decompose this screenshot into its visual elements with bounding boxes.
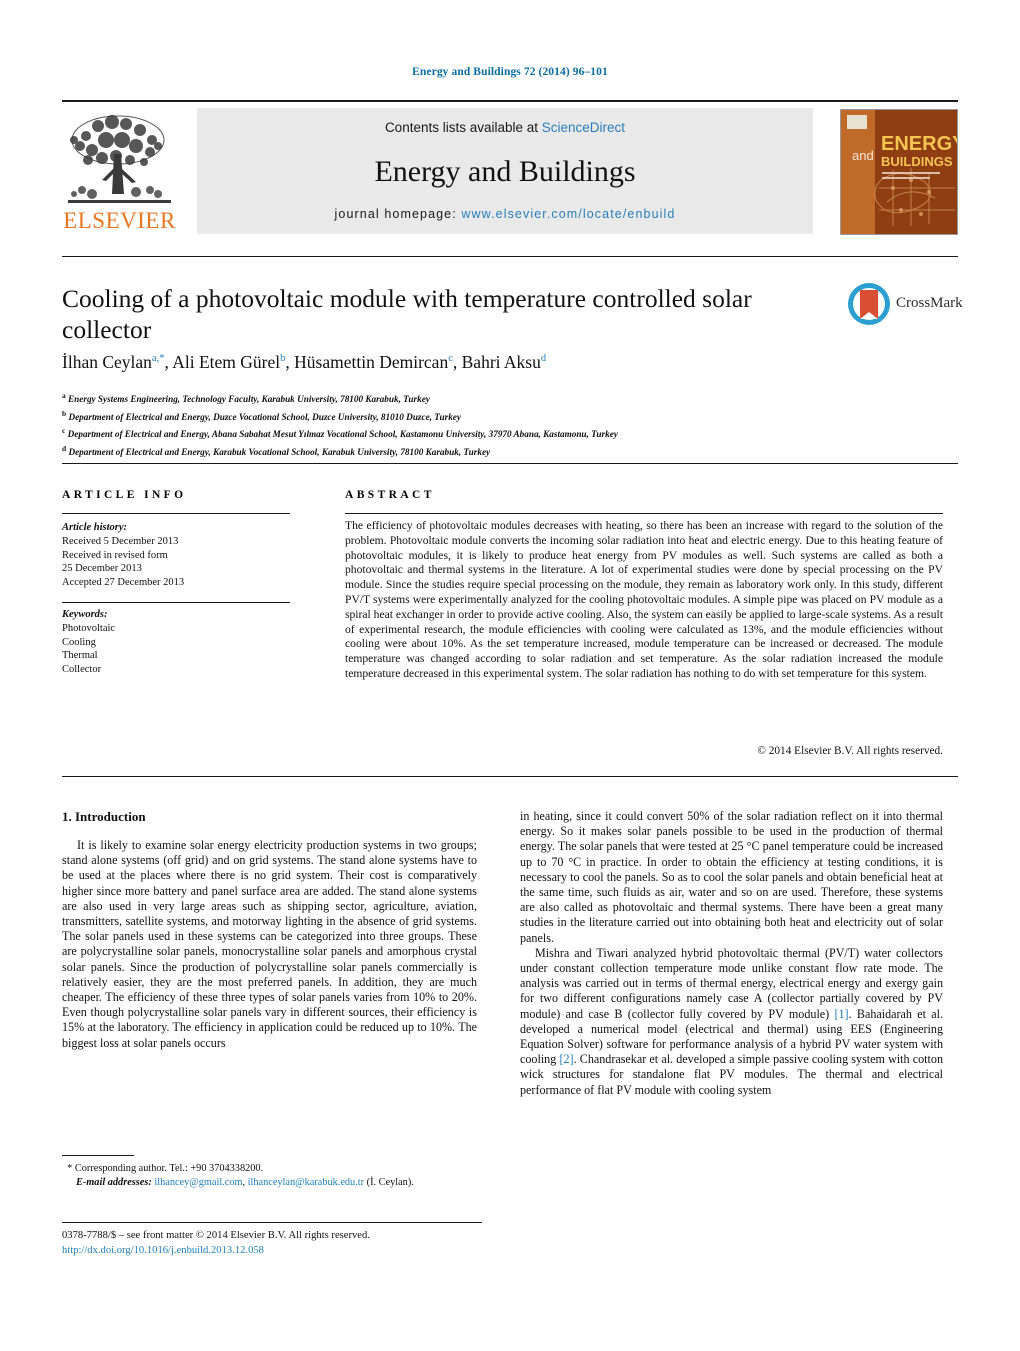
journal-homepage-line: journal homepage: www.elsevier.com/locat… xyxy=(197,207,813,221)
keywords-rule xyxy=(62,602,290,603)
elsevier-wordmark: ELSEVIER xyxy=(63,208,176,233)
affiliation-text-0: Energy Systems Engineering, Technology F… xyxy=(68,394,430,405)
keyword-item: Photovoltaic xyxy=(62,622,116,634)
keywords-label: Keywords: xyxy=(62,609,108,620)
affiliation-mark-3: d xyxy=(62,443,67,453)
footer-rule xyxy=(62,1222,482,1223)
keyword-item: Cooling xyxy=(62,636,96,648)
abstract-text: The efficiency of photovoltaic modules d… xyxy=(345,519,943,680)
affiliation-item: c Department of Electrical and Energy, A… xyxy=(62,424,932,442)
elsevier-tree-icon xyxy=(66,110,173,208)
body-column-left: It is likely to examine solar energy ele… xyxy=(62,838,477,1051)
affiliation-item: b Department of Electrical and Energy, D… xyxy=(62,407,932,425)
abstract-heading: ABSTRACT xyxy=(345,489,435,501)
journal-masthead: ELSEVIER Contents lists available at Sci… xyxy=(62,100,958,236)
svg-text:and: and xyxy=(852,148,874,163)
title-rule-bottom xyxy=(62,463,958,464)
author-sup-1: b xyxy=(280,353,286,365)
elsevier-logo: ELSEVIER xyxy=(62,108,177,234)
issn-line: 0378-7788/$ – see front matter © 2014 El… xyxy=(62,1230,370,1241)
history-line: Received 5 December 2013 xyxy=(62,535,179,547)
running-head: Energy and Buildings 72 (2014) 96–101 xyxy=(412,66,608,78)
homepage-url-link[interactable]: www.elsevier.com/locate/enbuild xyxy=(461,207,675,221)
article-history-label: Article history: xyxy=(62,522,128,533)
article-info-heading: ARTICLE INFO xyxy=(62,489,187,501)
author-sup-2: c xyxy=(448,353,453,365)
intro-paragraph-right-2: Mishra and Tiwari analyzed hybrid photov… xyxy=(520,946,943,1098)
affiliation-item: a Energy Systems Engineering, Technology… xyxy=(62,389,932,407)
journal-banner: Contents lists available at ScienceDirec… xyxy=(197,108,813,234)
affiliation-text-1: Department of Electrical and Energy, Duz… xyxy=(68,411,461,422)
title-rule-top xyxy=(62,256,958,257)
abstract-rule xyxy=(345,513,943,514)
body-column-right: in heating, since it could convert 50% o… xyxy=(520,809,943,1098)
svg-text:ENERGY: ENERGY xyxy=(881,133,957,155)
page-title: Cooling of a photovoltaic module with te… xyxy=(62,284,752,344)
crossmark-icon xyxy=(848,283,890,325)
intro-paragraph-right-1: in heating, since it could convert 50% o… xyxy=(520,809,943,945)
corresponding-author-note: * Corresponding author. Tel.: +90 370433… xyxy=(62,1162,482,1176)
author-name-3: Bahri Aksu xyxy=(461,352,541,372)
citation-ref-2[interactable]: [2] xyxy=(559,1052,573,1066)
affiliation-mark-0: a xyxy=(62,391,66,400)
history-line: 25 December 2013 xyxy=(62,563,142,575)
abstract-rule-bottom xyxy=(62,776,958,777)
affiliation-mark-1: b xyxy=(62,408,67,418)
crossmark-badge[interactable]: CrossMark xyxy=(848,283,963,329)
corresponding-mark: * xyxy=(67,1163,73,1174)
email-link-1[interactable]: ilhancey@gmail.com xyxy=(154,1177,242,1188)
citation-ref-1[interactable]: [1] xyxy=(834,1007,848,1021)
affiliation-text-3: Department of Electrical and Energy, Kar… xyxy=(68,446,491,457)
crossmark-label: CrossMark xyxy=(896,295,963,311)
journal-title: Energy and Buildings xyxy=(374,155,636,188)
journal-cover-thumbnail: and ENERGY BUILDINGS xyxy=(840,109,958,235)
author-list: İlhan Ceylana,*, Ali Etem Gürelb, Hüsame… xyxy=(62,352,547,372)
affiliation-list: a Energy Systems Engineering, Technology… xyxy=(62,389,932,459)
contents-available-line: Contents lists available at ScienceDirec… xyxy=(197,120,813,135)
affiliation-mark-2: c xyxy=(62,426,66,436)
history-line: Received in revised form xyxy=(62,549,168,561)
history-line: Accepted 27 December 2013 xyxy=(62,577,185,589)
copyright-line: © 2014 Elsevier B.V. All rights reserved… xyxy=(757,745,943,757)
homepage-label: journal homepage: xyxy=(334,207,462,221)
footnote-rule xyxy=(62,1155,134,1156)
keywords-block: Keywords: Photovoltaic Cooling Thermal C… xyxy=(62,608,302,677)
contents-prefix: Contents lists available at xyxy=(384,120,542,135)
footnote-block: * Corresponding author. Tel.: +90 370433… xyxy=(62,1162,482,1190)
section-title-introduction: 1. Introduction xyxy=(62,809,146,824)
corresponding-text: Corresponding author. Tel.: +90 37043382… xyxy=(74,1163,264,1174)
author-name-1: Ali Etem Gürel xyxy=(172,352,281,372)
journal-article-page: Energy and Buildings 72 (2014) 96–101 EL… xyxy=(0,0,1020,1351)
doi-link[interactable]: http://dx.doi.org/10.1016/j.enbuild.2013… xyxy=(62,1243,522,1258)
affiliation-text-2: Department of Electrical and Energy, Aba… xyxy=(67,429,618,440)
sciencedirect-link[interactable]: ScienceDirect xyxy=(542,120,625,135)
para2-part-c: . Chandrasekar et al. developed a simple… xyxy=(520,1052,943,1097)
author-name-0: İlhan Ceylan xyxy=(62,352,152,372)
intro-paragraph-left: It is likely to examine solar energy ele… xyxy=(62,838,477,1050)
author-sup-3: d xyxy=(540,353,547,365)
keyword-item: Collector xyxy=(62,664,102,676)
author-sup-0: a,* xyxy=(151,353,165,365)
svg-text:BUILDINGS: BUILDINGS xyxy=(881,154,953,169)
author-name-2: Hüsamettin Demircan xyxy=(294,352,449,372)
email-link-2[interactable]: ilhanceylan@karabuk.edu.tr xyxy=(248,1177,364,1188)
keyword-item: Thermal xyxy=(62,650,98,662)
affiliation-item: d Department of Electrical and Energy, K… xyxy=(62,442,932,460)
footer-imprint: 0378-7788/$ – see front matter © 2014 El… xyxy=(62,1228,522,1258)
article-info-rule xyxy=(62,513,290,514)
email-owner: (İ. Ceylan). xyxy=(364,1177,414,1188)
email-note: E-mail addresses: ilhancey@gmail.com, il… xyxy=(62,1176,482,1190)
email-label: E-mail addresses: xyxy=(76,1177,152,1188)
article-history: Article history: Received 5 December 201… xyxy=(62,521,302,590)
